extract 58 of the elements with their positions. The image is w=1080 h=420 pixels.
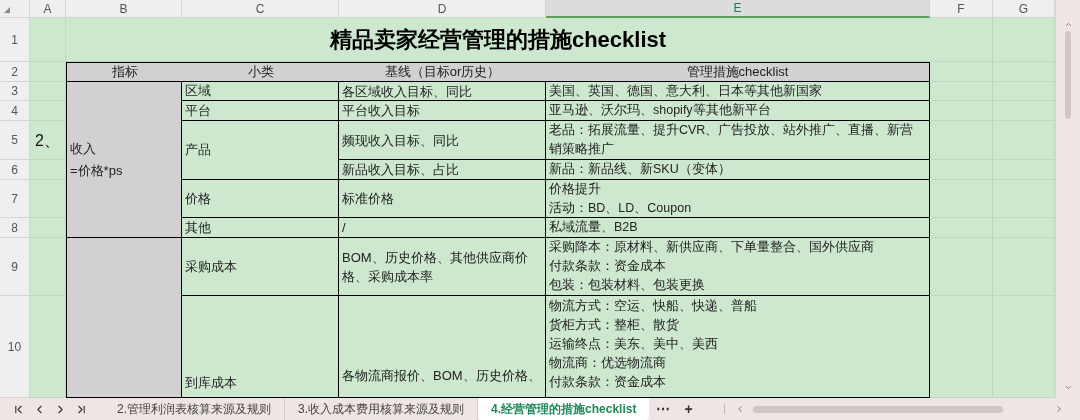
column-header[interactable]: E xyxy=(546,0,930,18)
cell-text: 2、 xyxy=(35,130,60,151)
table-cell: 区域 xyxy=(182,82,339,101)
table-header: 小类 xyxy=(182,62,339,82)
table-header: 指标 xyxy=(66,62,182,82)
row-header[interactable]: 2 xyxy=(0,62,30,82)
cell-text-line: 老品：拓展流量、提升CVR、广告投放、站外推广、直播、新营销策略推广 xyxy=(549,122,915,158)
cell-text-line: 价格提升 xyxy=(549,180,602,198)
column-header[interactable]: A xyxy=(30,0,66,18)
row-header[interactable]: 6 xyxy=(0,160,30,180)
row-header[interactable]: 1 xyxy=(0,18,30,62)
more-sheets-button[interactable]: ⋯ xyxy=(649,398,678,420)
row-header[interactable]: 9 xyxy=(0,238,30,296)
row-header[interactable]: 3 xyxy=(0,82,30,101)
add-sheet-button[interactable]: + xyxy=(677,398,700,420)
row-header[interactable]: 4 xyxy=(0,101,30,121)
cell-text-line: 采购降本：原材料、新供应商、下单量整合、国外供应商 xyxy=(549,239,875,256)
cell-text-line: 运输终点：美东、美中、美西 xyxy=(549,336,719,353)
cell-text-line: 亚马逊、沃尔玛、shopify等其他新平台 xyxy=(549,102,772,119)
sheet-tab[interactable]: 4.经营管理的措施checklist xyxy=(478,398,650,420)
table-cell: 各区域收入目标、同比 xyxy=(339,82,546,101)
column-header[interactable]: B xyxy=(66,0,182,18)
cell-text-line: 付款条款：资金成本 xyxy=(549,374,667,391)
table-cell: / xyxy=(339,218,546,238)
column-header[interactable]: D xyxy=(339,0,546,18)
table-cell: 标准价格 xyxy=(339,180,546,218)
table-header: 基线（目标or历史） xyxy=(339,62,546,82)
table-cell: 平台收入目标 xyxy=(339,101,546,121)
table-cell: 平台 xyxy=(182,101,339,121)
cell-text-line: 私域流量、B2B xyxy=(549,219,639,236)
column-header[interactable]: C xyxy=(182,0,339,18)
table-header: 管理措施checklist xyxy=(546,62,930,82)
table-cell: 到库成本 xyxy=(182,296,339,398)
column-header[interactable]: G xyxy=(993,0,1055,18)
table-cell: 产品 xyxy=(182,121,339,180)
cell-text-line: 物流方式：空运、快船、快递、普船 xyxy=(549,298,758,315)
table-cell: BOM、历史价格、其他供应商价格、采购成本率 xyxy=(339,238,546,296)
column-header[interactable]: F xyxy=(930,0,993,18)
table-cell: 价格 xyxy=(182,180,339,218)
indicator-cell: 收入 =价格*ps xyxy=(66,82,182,238)
cell-text-line: 付款条款：资金成本 xyxy=(549,258,667,275)
row-header[interactable]: 7 xyxy=(0,180,30,218)
cell-text-line: 货柜方式：整柜、散货 xyxy=(549,317,680,334)
table-cell: 其他 xyxy=(182,218,339,238)
row-header[interactable]: 10 xyxy=(0,296,30,398)
table-cell: 采购成本 xyxy=(182,238,339,296)
cell-text-line: 包装：包装材料、包装更换 xyxy=(549,277,706,294)
row-header[interactable]: 8 xyxy=(0,218,30,238)
cell-text-line: 活动：BD、LD、Coupon xyxy=(549,199,693,217)
table-cell: 频现收入目标、同比 xyxy=(339,121,546,160)
cell-text-line: 物流商：优选物流商 xyxy=(549,355,667,372)
cell-text-line: 新品：新品线、新SKU（变体） xyxy=(549,161,732,178)
sheet-tab[interactable]: 2.管理利润表核算来源及规则 xyxy=(104,398,285,420)
row-header[interactable]: 5 xyxy=(0,121,30,160)
table-cell: 各物流商报价、BOM、历史价格、 xyxy=(339,296,546,398)
cell-text-line: 美国、英国、德国、意大利、日本等其他新国家 xyxy=(549,82,823,100)
sheet-title: 精品卖家经营管理的措施checklist xyxy=(66,18,930,62)
table-cell: 新品收入目标、占比 xyxy=(339,160,546,180)
